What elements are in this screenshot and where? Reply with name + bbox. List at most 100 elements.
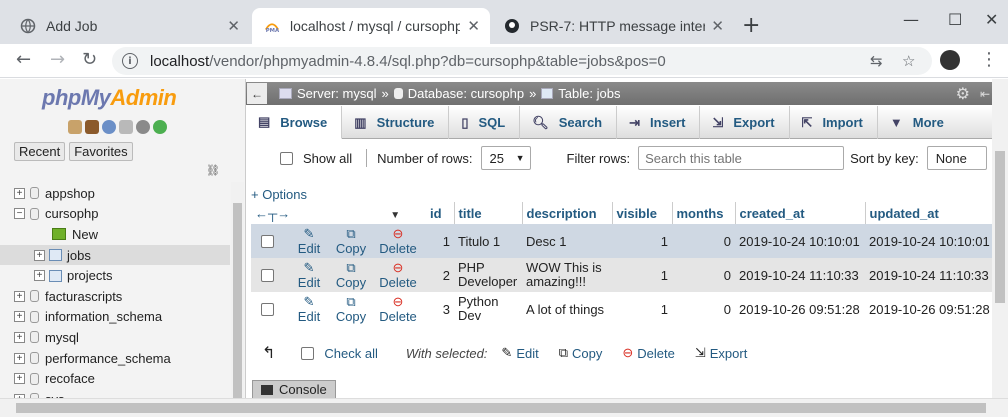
- cell-description[interactable]: A lot of things: [522, 292, 612, 326]
- sort-key-select[interactable]: None: [926, 146, 987, 170]
- edit-button[interactable]: ✎ Edit: [290, 226, 328, 256]
- tree-item-mysql[interactable]: + mysql: [0, 327, 230, 348]
- cell-updated-at[interactable]: 2019-10-26 09:51:28: [865, 292, 995, 326]
- cell-visible[interactable]: 1: [612, 292, 672, 326]
- cell-visible[interactable]: 1: [612, 224, 672, 258]
- tree-item-appshop[interactable]: + appshop: [0, 183, 230, 204]
- cell-title[interactable]: Titulo 1: [454, 224, 522, 258]
- logout-icon[interactable]: [85, 120, 99, 134]
- cell-id[interactable]: 3: [426, 292, 454, 326]
- cell-id[interactable]: 2: [426, 258, 454, 292]
- tree-item-performance-schema[interactable]: + performance_schema: [0, 348, 230, 369]
- expand-icon[interactable]: +: [14, 331, 25, 343]
- cell-title[interactable]: PHP Developer: [454, 258, 522, 292]
- help-icon[interactable]: [102, 120, 116, 134]
- show-all-checkbox[interactable]: [280, 151, 293, 165]
- cell-id[interactable]: 1: [426, 224, 454, 258]
- bulk-delete-button[interactable]: Delete: [637, 346, 675, 361]
- copy-button[interactable]: ⧉ Copy: [328, 294, 374, 324]
- collapse-arrows-icon[interactable]: ⇤: [980, 87, 990, 101]
- tree-item-information-schema[interactable]: + information_schema: [0, 307, 230, 328]
- breadcrumb-server[interactable]: Server: mysql: [297, 86, 376, 101]
- copy-button[interactable]: ⧉ Copy: [328, 260, 374, 290]
- reload-navigation-icon[interactable]: [153, 120, 167, 134]
- check-all-checkbox[interactable]: [301, 346, 315, 360]
- column-header-visible[interactable]: visible: [612, 202, 673, 224]
- translate-icon[interactable]: ⇆: [870, 52, 883, 70]
- link-chain-icon[interactable]: ⛓: [206, 164, 220, 177]
- tab-browse[interactable]: ▤ Browse: [246, 106, 343, 139]
- collapse-nav-arrow-icon[interactable]: ←: [247, 83, 267, 104]
- close-icon[interactable]: ✕: [467, 17, 480, 35]
- row-checkbox[interactable]: [261, 268, 274, 282]
- expand-icon[interactable]: +: [14, 373, 25, 385]
- expand-icon[interactable]: +: [14, 187, 25, 199]
- cell-description[interactable]: WOW This is amazing!!!: [522, 258, 612, 292]
- tree-item-new[interactable]: New: [0, 224, 230, 245]
- forward-arrow-icon[interactable]: →: [50, 49, 65, 70]
- close-icon[interactable]: ✕: [711, 17, 724, 35]
- cell-created-at[interactable]: 2019-10-24 11:10:33: [735, 258, 865, 292]
- delete-button[interactable]: ⊖ Delete: [374, 260, 422, 290]
- info-icon[interactable]: i: [122, 53, 138, 69]
- horizontal-scrollbar[interactable]: [0, 398, 1008, 417]
- options-link[interactable]: + Options: [251, 187, 307, 202]
- cell-updated-at[interactable]: 2019-10-24 11:10:33: [865, 258, 995, 292]
- tree-item-projects[interactable]: + projects: [0, 265, 230, 286]
- column-resize-icon[interactable]: ←┬→: [255, 206, 290, 221]
- column-header-updated-at[interactable]: updated_at: [865, 202, 995, 224]
- tab-search[interactable]: 🔍︎ Search: [520, 106, 618, 139]
- delete-button[interactable]: ⊖ Delete: [374, 294, 422, 324]
- column-header-id[interactable]: id: [426, 202, 455, 224]
- tab-export[interactable]: ⇲ Export: [700, 106, 790, 139]
- delete-button[interactable]: ⊖ Delete: [374, 226, 422, 256]
- tab-insert[interactable]: ⇥ Insert: [617, 106, 701, 139]
- sort-dropdown-icon[interactable]: ▼: [390, 210, 400, 221]
- tab-more[interactable]: ▼ More: [878, 106, 958, 139]
- row-checkbox[interactable]: [261, 302, 274, 316]
- new-tab-button[interactable]: +: [742, 13, 760, 38]
- navigation-scrollbar[interactable]: [231, 182, 244, 417]
- back-arrow-icon[interactable]: ←: [16, 49, 31, 70]
- settings-gear-icon[interactable]: [136, 120, 150, 134]
- expand-icon[interactable]: +: [14, 352, 25, 364]
- cell-created-at[interactable]: 2019-10-26 09:51:28: [735, 292, 865, 326]
- table-row[interactable]: ✎ Edit ⧉ Copy ⊖ Delete 2 PHP Developer WOW …: [251, 258, 995, 292]
- browser-tab-phpmyadmin[interactable]: PMA localhost / mysql / cursophp / jobs …: [252, 8, 490, 44]
- tab-import[interactable]: ⇱ Import: [790, 106, 878, 139]
- check-all-label[interactable]: Check all: [324, 346, 377, 361]
- bulk-edit-button[interactable]: Edit: [516, 346, 538, 361]
- copy-button[interactable]: ⧉ Copy: [328, 226, 374, 256]
- tab-structure[interactable]: ▥ Structure: [342, 106, 450, 139]
- maximize-icon[interactable]: ☐: [948, 10, 962, 29]
- collapse-icon[interactable]: −: [14, 208, 25, 220]
- menu-dots-icon[interactable]: ⋮: [980, 49, 998, 70]
- tree-item-recoface[interactable]: + recoface: [0, 368, 230, 389]
- expand-icon[interactable]: +: [14, 311, 25, 323]
- cell-visible[interactable]: 1: [612, 258, 672, 292]
- reload-icon[interactable]: ↻: [82, 49, 97, 70]
- close-icon[interactable]: ✕: [227, 17, 240, 35]
- tab-sql[interactable]: ▯ SQL: [449, 106, 521, 139]
- browser-tab-add-job[interactable]: Add Job ✕: [8, 8, 250, 44]
- window-close-icon[interactable]: ✕: [985, 10, 998, 29]
- row-checkbox[interactable]: [261, 234, 274, 248]
- bulk-copy-button[interactable]: Copy: [572, 346, 602, 361]
- tree-item-cursophp[interactable]: − cursophp: [0, 204, 230, 225]
- column-header-title[interactable]: title: [454, 202, 523, 224]
- edit-button[interactable]: ✎ Edit: [290, 260, 328, 290]
- expand-icon[interactable]: +: [34, 249, 45, 261]
- settings-gear-icon[interactable]: ⚙: [956, 84, 970, 104]
- column-header-description[interactable]: description: [522, 202, 613, 224]
- breadcrumb-database[interactable]: Database: cursophp: [408, 86, 524, 101]
- bulk-export-button[interactable]: Export: [710, 346, 748, 361]
- expand-icon[interactable]: +: [14, 290, 25, 302]
- browser-tab-psr7[interactable]: PSR-7: HTTP message interfaces ✕: [492, 8, 734, 44]
- cell-title[interactable]: Python Dev: [454, 292, 522, 326]
- cell-description[interactable]: Desc 1: [522, 224, 612, 258]
- column-header-created-at[interactable]: created_at: [735, 202, 866, 224]
- favorites-button[interactable]: Favorites: [69, 142, 133, 161]
- cell-months[interactable]: 0: [672, 292, 735, 326]
- cell-months[interactable]: 0: [672, 258, 735, 292]
- minimize-icon[interactable]: —: [903, 10, 919, 29]
